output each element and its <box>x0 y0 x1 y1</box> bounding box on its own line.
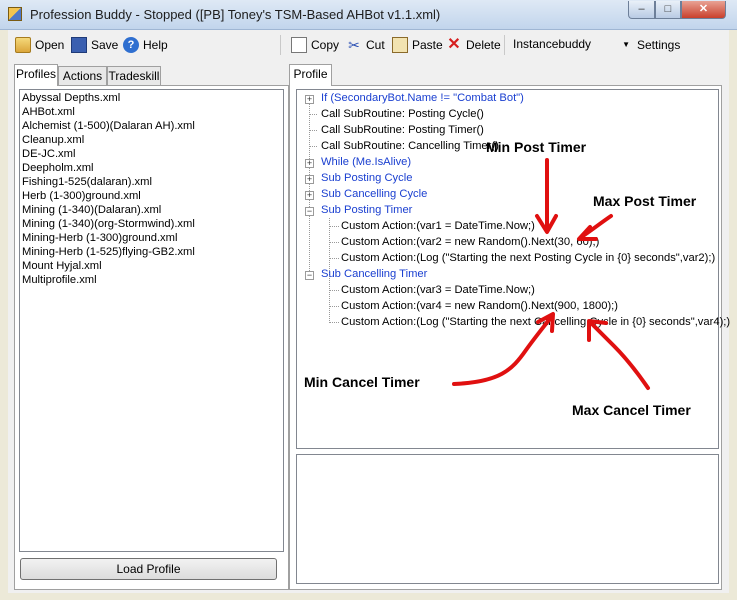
help-icon: ? <box>123 37 139 53</box>
tree-node-while[interactable]: While (Me.IsAlive) <box>321 154 411 170</box>
list-item[interactable]: Multiprofile.xml <box>22 273 281 287</box>
bot-select-value: Instancebuddy <box>513 37 592 51</box>
list-item[interactable]: AHBot.xml <box>22 105 281 119</box>
tab-profile[interactable]: Profile <box>289 64 332 86</box>
list-item[interactable]: Fishing1-525(dalaran).xml <box>22 175 281 189</box>
save-button[interactable]: Save <box>71 36 118 54</box>
tree-line <box>309 114 317 115</box>
expand-plus-icon[interactable]: + <box>305 159 314 168</box>
tree-node-call-posting-cycle[interactable]: Call SubRoutine: Posting Cycle() <box>321 106 484 122</box>
delete-x-icon: ✕ <box>447 36 461 53</box>
tree-node-custom-action[interactable]: Custom Action:(var4 = new Random().Next(… <box>341 298 618 314</box>
copy-label: Copy <box>311 38 340 52</box>
list-item[interactable]: Alchemist (1-500)(Dalaran AH).xml <box>22 119 281 133</box>
list-item[interactable]: DE-JC.xml <box>22 147 281 161</box>
profiles-panel: Abyssal Depths.xml AHBot.xml Alchemist (… <box>14 85 289 590</box>
tree-node-sub-cancelling-timer[interactable]: Sub Cancelling Timer <box>321 266 427 282</box>
tree-line <box>329 290 339 291</box>
tab-actions[interactable]: Actions <box>58 66 107 85</box>
clipboard-icon <box>392 37 408 53</box>
annotation-max-post-timer: Max Post Timer <box>593 193 697 209</box>
toolbar-separator <box>280 35 281 55</box>
list-item[interactable]: Herb (1-300)ground.xml <box>22 189 281 203</box>
toolbar-separator <box>504 35 505 55</box>
copy-button[interactable]: Copy <box>291 36 339 54</box>
tree-line <box>309 146 317 147</box>
copy-icon <box>291 37 307 53</box>
client-area: Open Save ? Help Copy ✂ Cut Paste ✕ Dele… <box>8 30 730 593</box>
expand-plus-icon[interactable]: + <box>305 95 314 104</box>
profile-list[interactable]: Abyssal Depths.xml AHBot.xml Alchemist (… <box>19 89 284 552</box>
window-title: Profession Buddy - Stopped ([PB] Toney's… <box>30 7 441 22</box>
tree-line <box>329 242 339 243</box>
collapse-minus-icon[interactable]: − <box>305 271 314 280</box>
maximize-button[interactable]: □ <box>655 1 681 19</box>
folder-open-icon <box>15 37 31 53</box>
tab-tradeskill[interactable]: Tradeskill <box>107 66 161 85</box>
tree-line <box>309 100 310 273</box>
list-item[interactable]: Mining (1-340)(org-Stormwind).xml <box>22 217 281 231</box>
cut-button[interactable]: ✂ Cut <box>346 36 385 54</box>
save-label: Save <box>91 38 119 52</box>
help-label: Help <box>143 38 168 52</box>
tab-profiles[interactable]: Profiles <box>14 64 58 86</box>
annotation-min-cancel-timer: Min Cancel Timer <box>304 374 420 390</box>
tree-node-sub-posting-cycle[interactable]: Sub Posting Cycle <box>321 170 412 186</box>
list-item[interactable]: Mining-Herb (1-525)flying-GB2.xml <box>22 245 281 259</box>
tree-node-call-posting-timer[interactable]: Call SubRoutine: Posting Timer() <box>321 122 484 138</box>
tree-node-call-cancelling-timer[interactable]: Call SubRoutine: Cancelling Timer() <box>321 138 499 154</box>
annotation-max-cancel-timer: Max Cancel Timer <box>572 402 691 418</box>
tree-line <box>329 258 339 259</box>
tree-node-custom-action[interactable]: Custom Action:(var3 = DateTime.Now;) <box>341 282 535 298</box>
list-item[interactable]: Mount Hyjal.xml <box>22 259 281 273</box>
tree-node-sub-cancelling-cycle[interactable]: Sub Cancelling Cycle <box>321 186 427 202</box>
app-window: Profession Buddy - Stopped ([PB] Toney's… <box>0 0 737 600</box>
tree-node-custom-action[interactable]: Custom Action:(Log ("Starting the next C… <box>341 314 730 330</box>
list-item[interactable]: Cleanup.xml <box>22 133 281 147</box>
list-item[interactable]: Mining (1-340)(Dalaran).xml <box>22 203 281 217</box>
title-bar[interactable]: Profession Buddy - Stopped ([PB] Toney's… <box>0 0 737 30</box>
paste-button[interactable]: Paste <box>392 36 443 54</box>
load-profile-button[interactable]: Load Profile <box>20 558 277 580</box>
tree-line <box>329 282 330 323</box>
delete-button[interactable]: ✕ Delete <box>446 36 501 54</box>
open-button[interactable]: Open <box>15 36 64 54</box>
profile-panel: + If (SecondaryBot.Name != "Combat Bot")… <box>289 85 730 590</box>
scissors-icon: ✂ <box>348 37 360 53</box>
properties-pane[interactable] <box>296 454 719 584</box>
close-button[interactable]: ✕ <box>681 1 726 19</box>
tree-node-custom-action[interactable]: Custom Action:(Log ("Starting the next P… <box>341 250 715 266</box>
list-item[interactable]: Deepholm.xml <box>22 161 281 175</box>
collapse-minus-icon[interactable]: − <box>305 207 314 216</box>
floppy-disk-icon <box>71 37 87 53</box>
tree-node-custom-action[interactable]: Custom Action:(var1 = DateTime.Now;) <box>341 218 535 234</box>
list-item[interactable]: Mining-Herb (1-300)ground.xml <box>22 231 281 245</box>
tree-node-sub-posting-timer[interactable]: Sub Posting Timer <box>321 202 412 218</box>
cut-label: Cut <box>366 38 385 52</box>
dropdown-arrow-icon: ▼ <box>622 40 630 49</box>
tree-line <box>329 322 339 323</box>
expand-plus-icon[interactable]: + <box>305 191 314 200</box>
minimize-button[interactable]: – <box>628 1 655 19</box>
list-item[interactable]: Abyssal Depths.xml <box>22 91 281 105</box>
delete-label: Delete <box>466 38 501 52</box>
app-icon <box>8 7 22 21</box>
tree-node-if[interactable]: If (SecondaryBot.Name != "Combat Bot") <box>321 90 524 106</box>
expand-plus-icon[interactable]: + <box>305 175 314 184</box>
annotation-min-post-timer: Min Post Timer <box>486 139 587 155</box>
tree-node-custom-action[interactable]: Custom Action:(var2 = new Random().Next(… <box>341 234 599 250</box>
tree-line <box>309 130 317 131</box>
paste-label: Paste <box>412 38 443 52</box>
tree-line <box>329 306 339 307</box>
settings-button[interactable]: Settings <box>637 36 680 54</box>
settings-label: Settings <box>637 38 681 52</box>
tree-line <box>329 226 339 227</box>
help-button[interactable]: ? Help <box>123 36 168 54</box>
open-label: Open <box>35 38 65 52</box>
bot-select[interactable]: Instancebuddy ▼ <box>508 35 633 54</box>
